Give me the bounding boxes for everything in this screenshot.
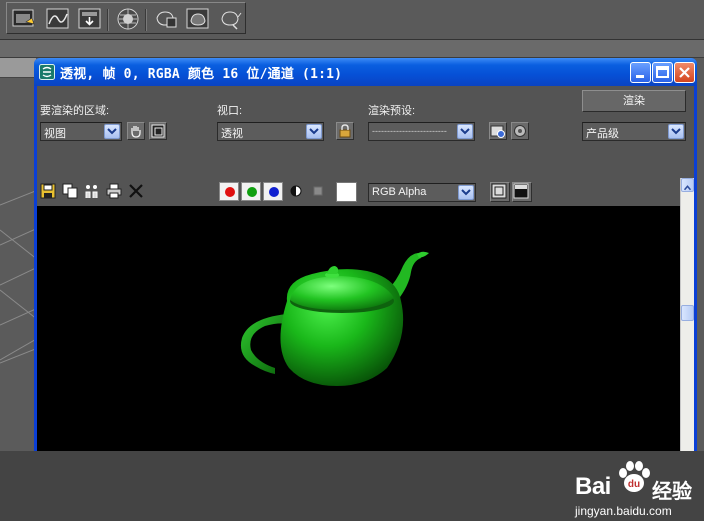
image-toolbar: RGB Alpha	[37, 178, 680, 204]
display-channel-value: RGB Alpha	[372, 186, 427, 198]
chevron-down-icon	[457, 124, 473, 139]
watermark-jingyan-text: 经验	[652, 479, 692, 503]
render-iterative-icon[interactable]	[153, 6, 179, 32]
print-icon[interactable]	[106, 183, 122, 199]
chevron-down-icon	[306, 124, 322, 139]
toggle-ui-button[interactable]	[512, 182, 532, 202]
save-icon[interactable]	[40, 183, 56, 199]
watermark-brand: Bai	[575, 473, 611, 500]
material-editor-icon[interactable]	[45, 6, 71, 32]
viewport-tab[interactable]	[0, 58, 36, 78]
rendered-image	[37, 206, 680, 451]
viewport-value: 透视	[221, 128, 243, 140]
render-setup-button[interactable]	[489, 122, 507, 140]
minimize-button[interactable]	[630, 62, 651, 83]
color-swatch[interactable]	[336, 182, 357, 202]
area-to-render-label: 要渲染的区域:	[40, 105, 110, 117]
alpha-channel-icon[interactable]	[288, 183, 304, 199]
red-channel-toggle[interactable]	[219, 182, 239, 201]
watermark-url: jingyan.baidu.com	[575, 504, 672, 518]
main-toolbar	[0, 0, 704, 40]
lock-viewport-button[interactable]	[336, 122, 354, 140]
close-button[interactable]	[674, 62, 695, 83]
window-title: 透视, 帧 0, RGBA 颜色 16 位/通道 (1:1)	[60, 67, 343, 82]
scroll-thumb[interactable]	[681, 305, 694, 321]
viewport-header-strip	[0, 40, 704, 58]
render-button[interactable]: 渲染	[582, 90, 686, 112]
render-teapot-icon[interactable]	[185, 6, 211, 32]
render-setup-icon[interactable]	[11, 6, 37, 32]
render-preset-label: 渲染预设:	[368, 105, 416, 117]
quick-render-icon[interactable]	[217, 6, 243, 32]
title-bar[interactable]: 透视, 帧 0, RGBA 颜色 16 位/通道 (1:1)	[34, 58, 697, 86]
blue-channel-dot	[269, 187, 279, 197]
3ds-max-icon	[39, 64, 55, 80]
viewport-dropdown[interactable]: 透视	[217, 122, 324, 141]
green-channel-dot	[247, 187, 257, 197]
paw-logo-icon: du	[619, 461, 650, 492]
window-client: 要渲染的区域: 视图 视口: 透视 渲染预设: ----------------…	[37, 86, 694, 518]
monochrome-icon[interactable]	[310, 183, 326, 199]
toggle-ui-overlay-button[interactable]	[490, 182, 510, 202]
render-toolbar-group	[6, 2, 246, 34]
render-quality-value: 产品级	[586, 128, 619, 140]
copy-icon[interactable]	[62, 183, 78, 199]
blue-channel-toggle[interactable]	[263, 182, 283, 201]
area-to-render-value: 视图	[44, 128, 66, 140]
green-channel-toggle[interactable]	[241, 182, 261, 201]
chevron-down-icon	[104, 124, 120, 139]
environment-icon[interactable]	[115, 6, 141, 32]
auto-region-button[interactable]	[149, 122, 167, 140]
rendered-frame-window: 透视, 帧 0, RGBA 颜色 16 位/通道 (1:1) 要渲染的区域: 视…	[34, 58, 697, 518]
red-channel-dot	[225, 187, 235, 197]
pan-hand-button[interactable]	[127, 122, 145, 140]
maximize-button[interactable]	[652, 62, 673, 83]
perspective-grid	[0, 189, 38, 364]
chevron-down-icon	[458, 185, 474, 200]
render-preset-dropdown[interactable]: -------------------------	[368, 122, 475, 141]
chevron-down-icon	[668, 124, 684, 139]
render-frame-icon[interactable]	[77, 6, 103, 32]
render-quality-dropdown[interactable]: 产品级	[582, 122, 686, 141]
baidu-jingyan-watermark: Bai du 经验 jingyan.baidu.com	[572, 459, 702, 521]
teapot-render	[240, 251, 429, 386]
svg-text:du: du	[628, 479, 640, 490]
area-to-render-dropdown[interactable]: 视图	[40, 122, 122, 141]
environment-settings-button[interactable]	[511, 122, 529, 140]
render-preset-value: -------------------------	[372, 126, 447, 136]
scroll-up-button[interactable]	[681, 178, 694, 192]
clone-window-icon[interactable]	[84, 183, 100, 199]
viewport-label: 视口:	[217, 105, 243, 117]
vertical-scrollbar[interactable]	[680, 178, 694, 451]
clear-icon[interactable]	[128, 183, 144, 199]
display-channel-dropdown[interactable]: RGB Alpha	[368, 183, 476, 202]
